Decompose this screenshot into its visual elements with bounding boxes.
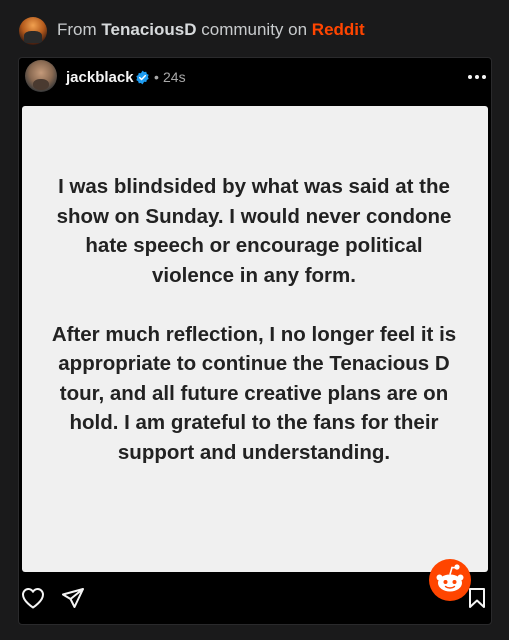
separator-dot: • bbox=[154, 69, 159, 85]
community-link[interactable]: TenaciousD bbox=[101, 20, 196, 39]
send-icon[interactable] bbox=[62, 587, 84, 609]
story-paragraph-2: After much reflection, I no longer feel … bbox=[51, 322, 457, 464]
heart-icon[interactable] bbox=[21, 587, 45, 609]
reddit-snoo-icon[interactable] bbox=[428, 558, 472, 602]
community-avatar[interactable] bbox=[19, 17, 47, 45]
post-time: 24s bbox=[163, 69, 186, 85]
story-text: I was blindsided by what was said at the… bbox=[46, 172, 462, 467]
verified-badge-icon bbox=[136, 70, 149, 85]
more-options-icon[interactable] bbox=[467, 74, 487, 80]
header-prefix: From bbox=[57, 20, 97, 39]
embed-header: From TenaciousD community on Reddit bbox=[0, 0, 509, 62]
username[interactable]: jackblack bbox=[66, 69, 134, 86]
avatar[interactable] bbox=[25, 60, 57, 92]
story-paragraph-1: I was blindsided by what was said at the… bbox=[56, 175, 452, 287]
embed-source-label: From TenaciousD community on Reddit bbox=[57, 20, 365, 40]
header-middle: community on bbox=[201, 20, 308, 39]
reddit-link[interactable]: Reddit bbox=[312, 20, 365, 39]
